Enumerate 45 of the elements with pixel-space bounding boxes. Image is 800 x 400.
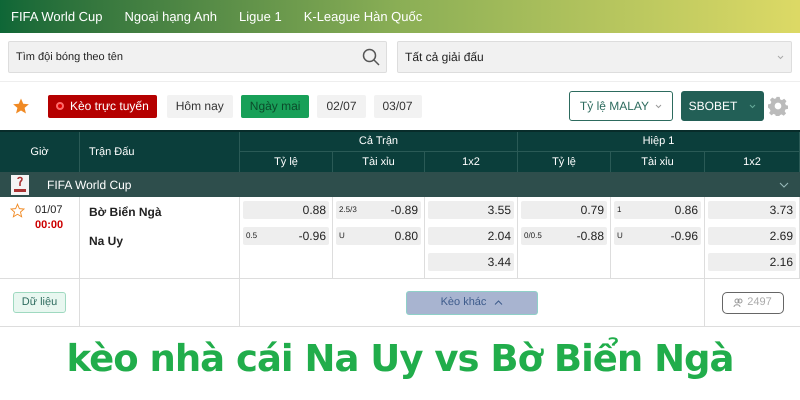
column-group-header: Hiệp 1 (518, 132, 800, 152)
odds-cell[interactable]: U 0.80 (336, 227, 421, 245)
odds-cell[interactable]: 3.44 (428, 253, 514, 271)
odds-cell[interactable]: 2.04 (428, 227, 514, 245)
odds-cell[interactable]: 2.16 (708, 253, 796, 271)
settings-icon[interactable] (768, 96, 788, 116)
odds-cell[interactable]: 1 0.86 (614, 201, 701, 219)
odds-cell[interactable]: 3.55 (428, 201, 514, 219)
favorite-star-icon[interactable] (10, 203, 25, 218)
away-team: Na Uy (89, 233, 124, 250)
odds-cell[interactable]: U -0.96 (614, 227, 701, 245)
league-name: FIFA World Cup (47, 176, 132, 194)
league-dropdown[interactable]: Tất cả giải đấu (397, 41, 792, 73)
live-odds-button[interactable]: Kèo trực tuyến (48, 94, 157, 118)
league-row[interactable]: FIFA World Cup (0, 172, 800, 197)
odds-format-dropdown[interactable]: Tỷ lệ MALAY (569, 91, 673, 121)
home-team: Bờ Biển Ngà (89, 204, 163, 221)
nav-link[interactable]: Ligue 1 (239, 6, 282, 26)
search-icon[interactable] (362, 48, 380, 66)
odds-cell[interactable]: 0.79 (521, 201, 607, 219)
chevron-down-icon[interactable] (779, 182, 789, 188)
data-button[interactable]: Dữ liệu (12, 292, 66, 313)
users-icon (733, 298, 744, 308)
match-time: 00:00 (35, 218, 64, 233)
star-icon[interactable] (12, 97, 30, 115)
odds-cell[interactable]: 2.69 (708, 227, 796, 245)
odds-cell[interactable]: 0.88 (243, 201, 329, 219)
nav-link[interactable]: Ngoại hạng Anh (124, 6, 218, 26)
caption-heading: kèo nhà cái Na Uy vs Bờ Biển Ngà (65, 336, 734, 382)
odds-cell[interactable]: 3.73 (708, 201, 796, 219)
odds-cell[interactable]: 0/0.5 -0.88 (521, 227, 607, 245)
trophy-logo-icon (11, 174, 29, 194)
match-date: 01/07 (35, 203, 64, 218)
date-tab[interactable]: Hôm nay (166, 94, 233, 118)
bookmaker-dropdown[interactable]: SBOBET (681, 91, 764, 121)
search-field[interactable]: Tìm đội bóng theo tên (8, 41, 387, 73)
caret-icon (777, 54, 784, 60)
nav-link[interactable]: FIFA World Cup (11, 6, 103, 26)
odds-cell[interactable]: 2.5/3 -0.89 (336, 201, 421, 219)
date-tab[interactable]: 03/07 (374, 94, 422, 118)
caret-icon (655, 104, 662, 108)
odds-cell[interactable]: 0.5 -0.96 (243, 227, 329, 245)
caret-icon (749, 104, 756, 108)
date-tab[interactable]: 02/07 (317, 94, 366, 118)
column-group-header: Cả Trận (240, 132, 518, 152)
